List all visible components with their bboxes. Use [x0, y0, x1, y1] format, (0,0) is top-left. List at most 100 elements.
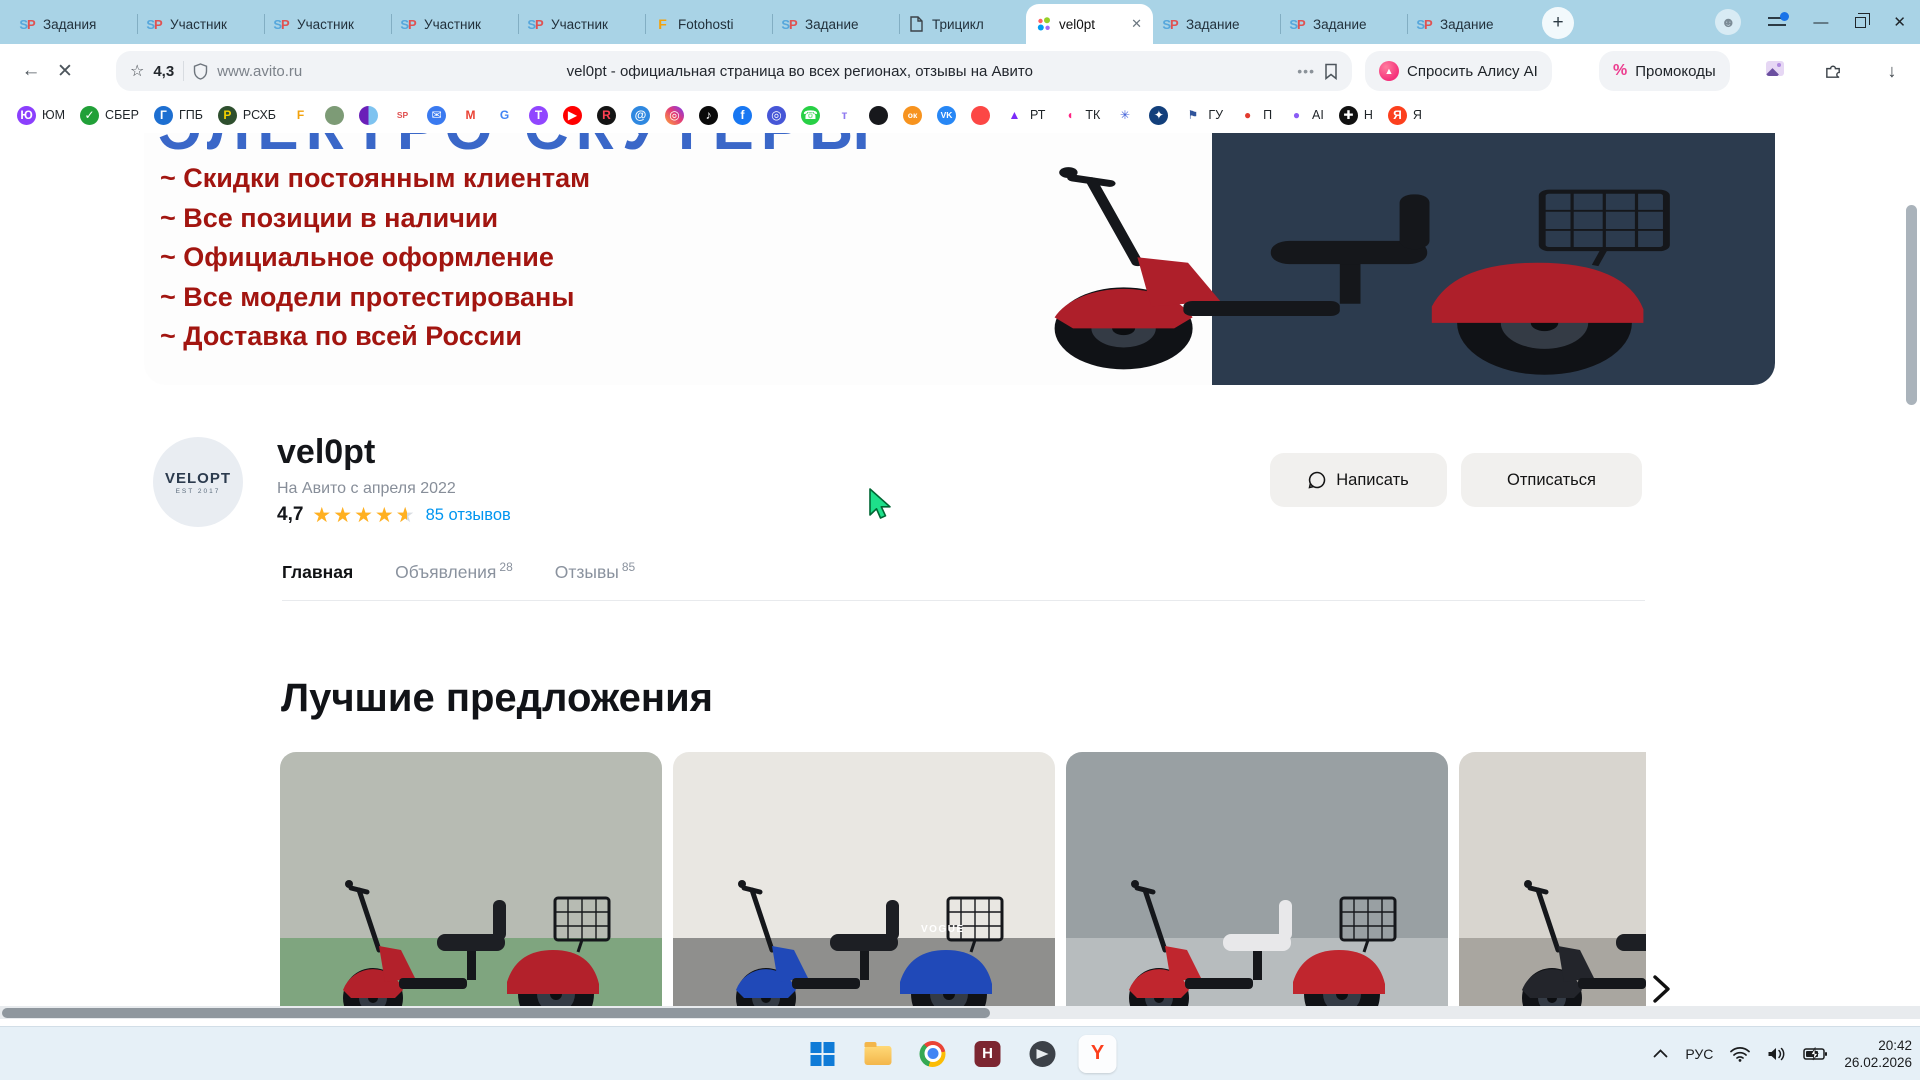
bookmark-item[interactable] — [869, 106, 888, 125]
offer-card[interactable]: VOGUE — [673, 752, 1055, 1006]
bookmark-item[interactable]: SP — [393, 106, 412, 125]
bookmark-item[interactable] — [325, 106, 344, 125]
h-app-icon[interactable]: H — [969, 1035, 1007, 1073]
window-close-button[interactable]: ✕ — [1893, 13, 1906, 31]
bookmark-flag-icon[interactable] — [1324, 63, 1338, 80]
browser-tab[interactable]: SPЗадания — [10, 4, 137, 44]
file-explorer-icon[interactable] — [859, 1035, 897, 1073]
bookmark-item[interactable]: ок — [903, 106, 922, 125]
wifi-icon[interactable] — [1730, 1046, 1750, 1062]
browser-tab[interactable]: vel0pt✕ — [1026, 4, 1153, 44]
browser-tab[interactable]: Трицикл — [899, 4, 1026, 44]
bookmark-item[interactable] — [359, 106, 378, 125]
bookmark-item[interactable]: ☎ — [801, 106, 820, 125]
ask-alice-button[interactable]: ▲ Спросить Алису AI — [1365, 51, 1552, 91]
taskbar-clock[interactable]: 20:42 26.02.2026 — [1844, 1037, 1912, 1071]
bookmark-label: ТК — [1085, 108, 1100, 122]
bookmark-item[interactable]: ●П — [1238, 106, 1272, 125]
bookmark-item[interactable]: VK — [937, 106, 956, 125]
bookmark-item[interactable]: ✉ — [427, 106, 446, 125]
offer-card[interactable] — [280, 752, 662, 1006]
bookmark-item[interactable]: ГГПБ — [154, 106, 203, 125]
window-minimize-button[interactable]: — — [1813, 14, 1828, 31]
bookmark-favicon: ◎ — [767, 106, 786, 125]
browser-tab[interactable]: SPУчастник — [137, 4, 264, 44]
tab-main[interactable]: Главная — [282, 562, 353, 583]
browser-tab[interactable]: FFotohosti — [645, 4, 772, 44]
bookmark-favicon: ⚑ — [1183, 106, 1202, 125]
bookmark-favicon — [869, 106, 888, 125]
bookmark-item[interactable]: РРСХБ — [218, 106, 276, 125]
security-shield-icon[interactable] — [193, 63, 208, 80]
reviews-link[interactable]: 85 отзывов — [426, 506, 511, 525]
browser-tab[interactable]: SPУчастник — [518, 4, 645, 44]
browser-menu-icon[interactable] — [1768, 16, 1786, 28]
vertical-scrollbar-thumb[interactable] — [1906, 205, 1917, 405]
more-actions-icon[interactable]: ••• — [1297, 63, 1315, 79]
bookmark-item[interactable]: ◎ — [767, 106, 786, 125]
bookmark-favicon: ок — [903, 106, 922, 125]
horizontal-scrollbar-thumb[interactable] — [2, 1008, 990, 1018]
yandex-browser-icon[interactable]: Y — [1079, 1035, 1117, 1073]
back-button[interactable]: ← — [14, 60, 48, 82]
bookmark-item[interactable]: G — [495, 106, 514, 125]
unsubscribe-button[interactable]: Отписаться — [1461, 453, 1642, 507]
browser-tab[interactable]: SPЗадание — [1407, 4, 1534, 44]
stop-loading-button[interactable]: ✕ — [48, 60, 82, 83]
bookmark-item[interactable]: T — [529, 106, 548, 125]
bookmark-item[interactable]: ◖ТК — [1060, 106, 1100, 125]
browser-tab[interactable]: SPЗадание — [772, 4, 899, 44]
bookmark-item[interactable]: ✚Н — [1339, 106, 1373, 125]
tray-chevron-up-icon[interactable] — [1653, 1049, 1668, 1058]
tab-label: Участник — [170, 17, 255, 32]
extensions-icon[interactable] — [1824, 61, 1843, 80]
bookmark-item[interactable]: R — [597, 106, 616, 125]
offer-card[interactable] — [1066, 752, 1448, 1006]
carousel-next-button[interactable] — [1648, 974, 1674, 1004]
bookmark-item[interactable]: ▲РТ — [1005, 106, 1045, 125]
bookmark-item[interactable]: т — [835, 106, 854, 125]
browser-tab[interactable]: SPЗадание — [1280, 4, 1407, 44]
messenger-app-icon[interactable] — [1024, 1035, 1062, 1073]
bookmark-item[interactable]: M — [461, 106, 480, 125]
bookmark-item[interactable]: ◎ — [665, 106, 684, 125]
volume-icon[interactable] — [1767, 1046, 1786, 1062]
window-restore-button[interactable] — [1855, 17, 1866, 28]
bookmark-item[interactable]: ЯЯ — [1388, 106, 1422, 125]
tab-close-icon[interactable]: ✕ — [1129, 16, 1144, 32]
browser-profile-avatar[interactable]: ☻ — [1715, 9, 1741, 35]
bookmark-item[interactable]: ✦ — [1149, 106, 1168, 125]
tab-reviews[interactable]: Отзывы85 — [555, 560, 635, 583]
address-bar[interactable]: ☆ 4,3 www.avito.ru vel0pt - официальная … — [116, 51, 1352, 91]
bookmark-item[interactable]: ▶ — [563, 106, 582, 125]
offer-card[interactable] — [1459, 752, 1646, 1006]
bookmark-item[interactable] — [971, 106, 990, 125]
start-button[interactable] — [804, 1035, 842, 1073]
downloads-icon[interactable]: ↓ — [1882, 61, 1902, 82]
keyboard-language[interactable]: РУС — [1685, 1046, 1713, 1062]
bookmark-item[interactable]: ЮЮМ — [17, 106, 65, 125]
bookmark-item[interactable]: ✓СБЕР — [80, 106, 139, 125]
browser-tab[interactable]: SPУчастник — [264, 4, 391, 44]
section-title: Лучшие предложения — [281, 676, 713, 721]
browser-tab[interactable]: SPЗадание — [1153, 4, 1280, 44]
bookmark-item[interactable]: F — [291, 106, 310, 125]
promo-codes-button[interactable]: % Промокоды — [1599, 51, 1730, 91]
tab-listings[interactable]: Объявления28 — [395, 560, 513, 583]
bookmark-label: РСХБ — [243, 108, 276, 122]
write-message-button[interactable]: Написать — [1270, 453, 1447, 507]
new-tab-button[interactable]: + — [1542, 7, 1574, 39]
battery-icon[interactable] — [1803, 1047, 1827, 1061]
bookmark-item[interactable]: ♪ — [699, 106, 718, 125]
bookmark-item[interactable]: ✳ — [1115, 106, 1134, 125]
bookmark-item[interactable]: @ — [631, 106, 650, 125]
screenshot-icon[interactable] — [1766, 61, 1786, 76]
banner-benefit-line: ~ Официальное оформление — [160, 238, 590, 278]
bookmark-item[interactable]: ⚑ГУ — [1183, 106, 1223, 125]
browser-tab[interactable]: SPУчастник — [391, 4, 518, 44]
bookmark-item[interactable]: f — [733, 106, 752, 125]
bookmark-item[interactable]: ●AI — [1287, 106, 1324, 125]
chrome-icon[interactable] — [914, 1035, 952, 1073]
tab-strip: SPЗаданияSPУчастникSPУчастникSPУчастникS… — [0, 0, 1534, 44]
clock-time: 20:42 — [1878, 1037, 1912, 1054]
